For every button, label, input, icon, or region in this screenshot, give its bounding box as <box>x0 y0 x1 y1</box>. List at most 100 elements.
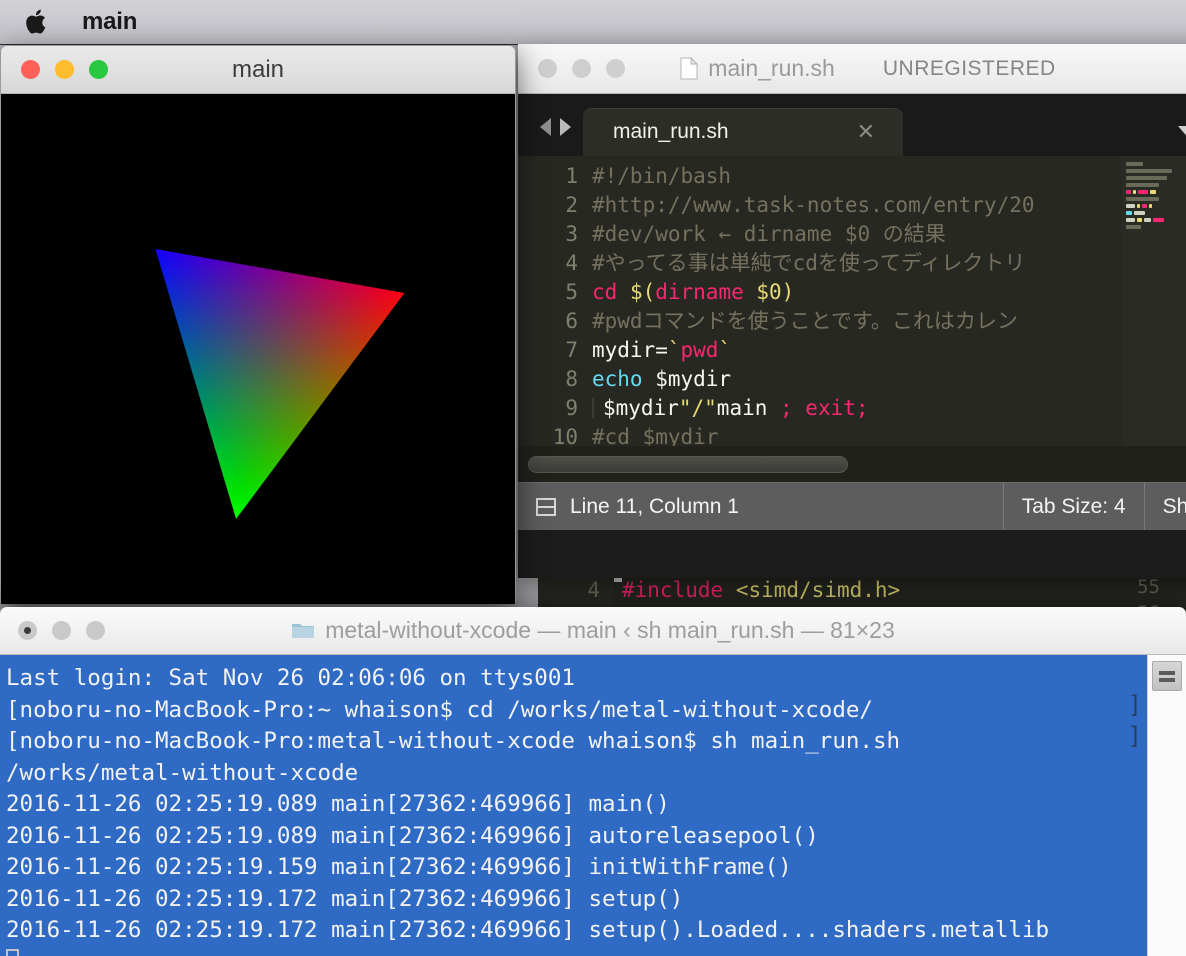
apple-logo-icon[interactable] <box>26 7 50 37</box>
chevron-down-icon[interactable] <box>1178 126 1186 140</box>
gutter-line-6: 6 <box>565 309 578 333</box>
minimize-button[interactable] <box>55 60 74 79</box>
code-token: #cd $mydir <box>592 425 719 446</box>
minimap-token <box>1126 162 1143 166</box>
terminal-zoom-button[interactable] <box>86 621 105 640</box>
minimap-token <box>1126 183 1159 187</box>
close-button[interactable] <box>21 60 40 79</box>
terminal-line: Last login: Sat Nov 26 02:06:06 on ttys0… <box>6 665 575 691</box>
minimap-token <box>1137 190 1148 194</box>
statusbar-position-cell[interactable]: Line 11, Column 1 <box>518 483 1003 530</box>
code-line-1[interactable]: #!/bin/bash <box>592 162 1186 191</box>
minimap-token <box>1153 218 1164 222</box>
terminal-traffic-lights[interactable] <box>18 621 105 640</box>
code-line-6[interactable]: #pwdコマンドを使うことです。これはカレン <box>592 307 1186 336</box>
code-line-4[interactable]: #やってる事は単純でcdを使ってディレクトリ <box>592 249 1186 278</box>
code-line-3[interactable]: #dev/work ← dirname $0 の結果 <box>592 220 1186 249</box>
close-icon[interactable]: ✕ <box>843 119 889 145</box>
hscroll-thumb[interactable] <box>528 455 848 473</box>
terminal-wrap-bracket: ] <box>1127 722 1142 750</box>
fold-icon[interactable] <box>536 497 556 516</box>
code-token: ; exit; <box>780 396 869 420</box>
editor-horizontal-scrollbar[interactable] <box>518 446 1186 482</box>
code-line-10[interactable]: #cd $mydir <box>592 423 1186 446</box>
code-line-8[interactable]: echo $mydir <box>592 365 1186 394</box>
minimap-row <box>1126 190 1186 195</box>
code-line-5[interactable]: cd $(dirname $0) <box>592 278 1186 307</box>
minimap-token <box>1126 169 1172 173</box>
code-token: $( <box>629 280 656 304</box>
text-editor-window[interactable]: main_run.sh UNREGISTERED main_run.sh ✕ 1… <box>518 44 1186 578</box>
minimap-row <box>1126 197 1186 202</box>
terminal-close-button[interactable] <box>18 621 37 640</box>
tab-nav-arrows[interactable] <box>518 118 583 156</box>
minimap-token <box>1148 204 1152 208</box>
terminal-body[interactable]: Last login: Sat Nov 26 02:06:06 on ttys0… <box>0 655 1186 956</box>
editor-tabbar: main_run.sh ✕ <box>518 94 1186 156</box>
editor-traffic-lights[interactable] <box>538 59 625 78</box>
tab-next-icon[interactable] <box>560 118 571 136</box>
minimap-token <box>1142 204 1147 208</box>
terminal-window[interactable]: metal-without-xcode — main ‹ sh main_run… <box>0 607 1186 956</box>
minimap-row <box>1126 162 1186 167</box>
code-token: #dev/work ← dirname $0 の結果 <box>592 222 946 246</box>
code-token: mydir= <box>592 338 668 362</box>
editor-code-area[interactable]: #!/bin/bash #http://www.task-notes.com/en… <box>592 156 1186 446</box>
editor-body[interactable]: 1234567891011 #!/bin/bash#http://www.tas… <box>518 156 1186 446</box>
editor-statusbar: Line 11, Column 1 Tab Size: 4 She <box>518 482 1186 530</box>
code-token: #pwdコマンドを使うことです。これはカレン <box>592 309 1018 333</box>
metal-render-window[interactable]: main <box>0 45 516 604</box>
hscroll-track[interactable] <box>528 455 848 473</box>
code-token: dirname <box>655 280 744 304</box>
code-token: cd <box>592 280 630 304</box>
editor-minimize-button[interactable] <box>572 59 591 78</box>
tab-prev-icon[interactable] <box>540 118 551 136</box>
terminal-scrollbar[interactable] <box>1147 655 1186 956</box>
terminal-minimize-button[interactable] <box>52 621 71 640</box>
behind-code-header: <simd/simd.h> <box>735 578 901 602</box>
document-icon <box>680 57 699 80</box>
tab-main-run-sh[interactable]: main_run.sh ✕ <box>583 108 903 156</box>
statusbar-syntax-label: She <box>1162 494 1186 518</box>
editor-titlebar: main_run.sh UNREGISTERED <box>518 44 1186 94</box>
code-token: ` <box>667 338 681 362</box>
zoom-button[interactable] <box>89 60 108 79</box>
folder-icon <box>291 621 315 640</box>
terminal-line: 2016-11-26 02:25:19.089 main[27362:46996… <box>6 791 670 817</box>
behind-code-line: #include <simd/simd.h> <box>622 578 900 602</box>
editor-close-button[interactable] <box>538 59 557 78</box>
terminal-line: [noboru-no-MacBook-Pro:~ whaison$ cd /wo… <box>6 696 873 723</box>
code-token: #やってる事は単純でcdを使ってディレクトリ <box>592 251 1026 275</box>
code-token: pwd <box>680 338 719 362</box>
editor-unregistered-label: UNREGISTERED <box>882 56 1056 80</box>
statusbar-syntax-cell[interactable]: She <box>1145 483 1186 530</box>
metal-canvas <box>1 94 515 604</box>
gutter-line-3: 3 <box>565 222 578 246</box>
statusbar-position-label: Line 11, Column 1 <box>570 494 739 518</box>
scroll-lines-icon[interactable] <box>1152 661 1182 691</box>
terminal-wrap-bracket: ] <box>1127 691 1142 719</box>
code-line-9[interactable]: $mydir"/"main ; exit; <box>592 394 1186 423</box>
metal-traffic-lights[interactable] <box>21 60 108 79</box>
gutter-line-4: 4 <box>565 251 578 275</box>
terminal-title-group: metal-without-xcode — main ‹ sh main_run… <box>0 607 1186 654</box>
editor-minimap[interactable] <box>1122 156 1186 446</box>
statusbar-tabsize-cell[interactable]: Tab Size: 4 <box>1004 483 1144 530</box>
terminal-titlebar: metal-without-xcode — main ‹ sh main_run… <box>0 607 1186 655</box>
minimap-row <box>1126 232 1186 237</box>
code-token: "/" <box>678 396 717 420</box>
terminal-cursor-line <box>6 947 1147 956</box>
minimap-row <box>1126 204 1186 209</box>
gutter-line-8: 8 <box>565 367 578 391</box>
editor-zoom-button[interactable] <box>606 59 625 78</box>
code-token: $mydir <box>642 367 732 391</box>
macos-menubar: main <box>0 0 1186 45</box>
minimap-token <box>1137 204 1140 208</box>
terminal-line: 2016-11-26 02:25:19.159 main[27362:46996… <box>6 854 792 880</box>
terminal-output[interactable]: Last login: Sat Nov 26 02:06:06 on ttys0… <box>0 655 1147 956</box>
code-token: main <box>716 396 781 420</box>
minimap-row <box>1126 211 1186 216</box>
code-line-7[interactable]: mydir=`pwd` <box>592 336 1186 365</box>
terminal-line: 2016-11-26 02:25:19.172 main[27362:46996… <box>6 885 684 912</box>
code-line-2[interactable]: #http://www.task-notes.com/entry/20 <box>592 191 1186 220</box>
